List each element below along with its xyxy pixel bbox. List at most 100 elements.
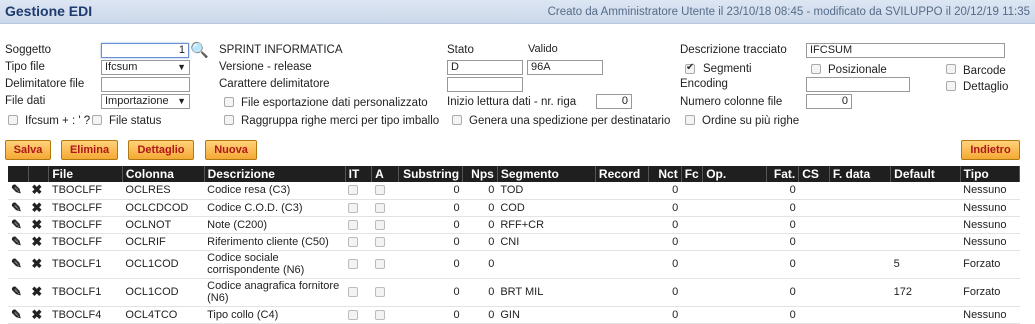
delete-cell[interactable]: ✖ [28,216,49,234]
a-checkbox[interactable] [374,287,385,298]
delete-cell[interactable]: ✖ [28,250,49,279]
header-it[interactable]: IT [345,166,373,182]
pencil-icon[interactable]: ✎ [11,217,22,232]
tipo-file-select[interactable]: Ifcsum ▼ [101,60,190,75]
cell-it[interactable] [345,306,372,324]
x-icon[interactable]: ✖ [31,256,42,271]
a-checkbox[interactable] [374,259,385,270]
header-tipo[interactable]: Tipo [960,166,1021,182]
it-checkbox[interactable] [348,202,359,213]
header-nps[interactable]: Nps [462,166,498,182]
file-dati-select[interactable]: Importazione ▼ [101,94,190,109]
cell-a[interactable] [371,199,399,217]
x-icon[interactable]: ✖ [31,284,42,299]
header-default[interactable]: Default [890,166,961,182]
header-colonna[interactable]: Colonna [122,166,205,182]
it-checkbox[interactable] [348,259,359,270]
edit-cell[interactable]: ✎ [8,199,29,217]
cell-a[interactable] [371,306,399,324]
header-fc[interactable]: Fc [681,166,704,182]
header-cs[interactable]: CS [798,166,830,182]
pencil-icon[interactable]: ✎ [11,307,22,322]
table-row[interactable]: ✎ ✖ TBOCLFF OCLCDCOD Codice C.O.D. (C3) … [8,199,1020,217]
search-icon[interactable]: 🔍 [190,41,209,59]
elimina-button[interactable]: Elimina [61,140,118,160]
header-record[interactable]: Record [595,166,650,182]
delete-cell[interactable]: ✖ [28,306,49,324]
table-row[interactable]: ✎ ✖ TBOCLF4 OCL4TCO Tipo collo (C4) 0 0 … [8,306,1020,324]
cell-it[interactable] [345,278,372,307]
header-fdata[interactable]: F. data [829,166,892,182]
x-icon[interactable]: ✖ [31,234,42,249]
pencil-icon[interactable]: ✎ [11,234,22,249]
dettaglio-checkbox[interactable] [946,81,956,91]
pencil-icon[interactable]: ✎ [11,256,22,271]
a-checkbox[interactable] [374,202,385,213]
cell-a[interactable] [371,182,399,200]
header-file[interactable]: File [48,166,123,182]
it-checkbox[interactable] [348,287,359,298]
pencil-icon[interactable]: ✎ [11,284,22,299]
table-row[interactable]: ✎ ✖ TBOCLF1 OCL1COD Codice anagrafica fo… [8,278,1020,307]
header-segmento[interactable]: Segmento [497,166,596,182]
delete-cell[interactable]: ✖ [28,199,49,217]
delimitatore-input[interactable] [101,77,190,92]
edit-cell[interactable]: ✎ [8,306,29,324]
table-row[interactable]: ✎ ✖ TBOCLFF OCLNOT Note (C200) 0 0 RFF+C… [8,216,1020,234]
a-checkbox[interactable] [374,309,385,320]
header-substring[interactable]: Substring [398,166,464,182]
cell-it[interactable] [345,250,372,279]
delete-cell[interactable]: ✖ [28,182,49,200]
header-op[interactable]: Op. [702,166,767,182]
pencil-icon[interactable]: ✎ [11,200,22,215]
x-icon[interactable]: ✖ [31,200,42,215]
versione-input[interactable]: D [447,60,523,75]
cell-it[interactable] [345,233,372,251]
pencil-icon[interactable]: ✎ [11,182,22,197]
edit-cell[interactable]: ✎ [8,250,29,279]
delete-cell[interactable]: ✖ [28,233,49,251]
dettaglio-button[interactable]: Dettaglio [128,140,194,160]
table-row[interactable]: ✎ ✖ TBOCLFF OCLRIF Riferimento cliente (… [8,233,1020,251]
x-icon[interactable]: ✖ [31,217,42,232]
it-checkbox[interactable] [348,309,359,320]
segmenti-checkbox[interactable] [685,62,695,74]
nuova-button[interactable]: Nuova [205,140,257,160]
barcode-checkbox[interactable] [946,64,956,74]
x-icon[interactable]: ✖ [31,307,42,322]
table-row[interactable]: ✎ ✖ TBOCLFF OCLRES Codice resa (C3) 0 0 … [8,182,1020,200]
cell-a[interactable] [371,250,399,279]
edit-cell[interactable]: ✎ [8,278,29,307]
genera-checkbox[interactable] [452,115,462,125]
a-checkbox[interactable] [374,219,385,230]
file-status-checkbox[interactable] [92,115,102,125]
raggruppa-checkbox[interactable] [224,115,234,125]
cell-it[interactable] [345,216,372,234]
header-fat[interactable]: Fat. [766,166,800,182]
header-nct[interactable]: Nct [648,166,682,182]
a-checkbox[interactable] [374,236,385,247]
ifcsum-checkbox[interactable] [8,115,18,125]
it-checkbox[interactable] [348,236,359,247]
carattere-delimitatore-input[interactable] [447,77,523,92]
cell-it[interactable] [345,182,372,200]
cell-a[interactable] [371,278,399,307]
it-checkbox[interactable] [348,219,359,230]
table-row[interactable]: ✎ ✖ TBOCLF1 OCL1COD Codice sociale corri… [8,250,1020,279]
header-descrizione[interactable]: Descrizione [204,166,346,182]
edit-cell[interactable]: ✎ [8,216,29,234]
inizio-lettura-input[interactable]: 0 [596,94,632,109]
x-icon[interactable]: ✖ [31,182,42,197]
a-checkbox[interactable] [374,185,385,196]
it-checkbox[interactable] [348,185,359,196]
release-input[interactable]: 96A [527,60,603,75]
cell-it[interactable] [345,199,372,217]
soggetto-input[interactable]: 1 [101,43,189,58]
numero-colonne-input[interactable]: 0 [806,94,852,109]
salva-button[interactable]: Salva [5,140,51,160]
delete-cell[interactable]: ✖ [28,278,49,307]
edit-cell[interactable]: ✎ [8,182,29,200]
descrizione-tracciato-input[interactable]: IFCSUM [806,43,1005,58]
indietro-button[interactable]: Indietro [961,140,1020,160]
cell-a[interactable] [371,233,399,251]
